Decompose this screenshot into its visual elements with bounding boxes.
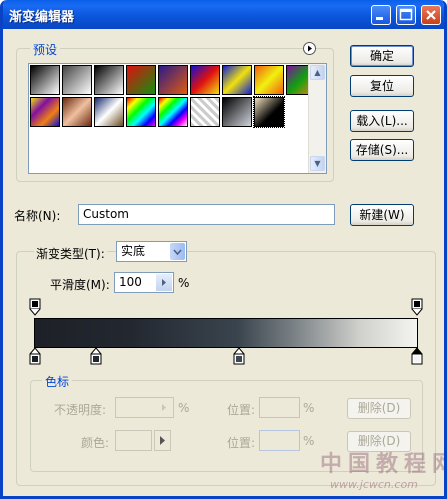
play-icon <box>308 45 312 52</box>
presets-menu-button[interactable] <box>303 42 316 55</box>
preset-swatch-orange-yellow-orange[interactable] <box>254 65 284 95</box>
preset-swatch-violet-orange[interactable] <box>158 65 188 95</box>
smoothness-label: 平滑度(M): <box>50 278 110 292</box>
watermark-logo: 中国教程网 <box>320 452 447 477</box>
smoothness-input[interactable]: 100 <box>114 272 174 293</box>
minimize-icon <box>376 17 383 20</box>
preset-swatch-blue-red-yellow[interactable] <box>190 65 220 95</box>
preset-swatch-chrome[interactable] <box>94 97 124 127</box>
chevron-down-icon <box>170 243 185 260</box>
preset-swatch-foreground-to-background[interactable] <box>30 65 60 95</box>
color-stop-4[interactable] <box>411 347 423 365</box>
preset-swatch-copper[interactable] <box>62 97 92 127</box>
preset-swatch-blue-yellow-blue[interactable] <box>222 65 252 95</box>
watermark-url: www.jcwcn.com <box>330 478 418 491</box>
gradient-editor-window: 渐变编辑器 预设 ▲ ▼ 确定 复位 载入(L)... 存储(S)... 名称(… <box>0 0 447 499</box>
maximize-icon <box>399 8 413 21</box>
load-button[interactable]: 载入(L)... <box>350 110 414 132</box>
preset-swatch-transparent-stripes[interactable] <box>190 97 220 127</box>
preset-swatch-transparent-rainbow[interactable] <box>158 97 188 127</box>
color-stop-2[interactable] <box>90 347 102 365</box>
color-swatch[interactable] <box>115 430 152 451</box>
play-icon <box>160 436 165 445</box>
presets-scrollbar[interactable]: ▲ ▼ <box>308 64 326 173</box>
opacity-delete-button[interactable]: 删除(D) <box>347 398 411 419</box>
preset-swatch-neutral-density[interactable] <box>222 97 252 127</box>
opacity-location-unit: % <box>303 401 315 415</box>
stops-legend: 色标 <box>42 373 73 390</box>
opacity-label: 不透明度: <box>54 403 107 417</box>
color-stop-3[interactable] <box>233 347 245 365</box>
preset-swatch-black-white[interactable] <box>94 65 124 95</box>
maximize-button[interactable] <box>396 5 416 25</box>
preset-swatch-foreground-to-transparent[interactable] <box>62 65 92 95</box>
preset-swatch-red-green[interactable] <box>126 65 156 95</box>
close-icon <box>426 10 436 20</box>
name-input[interactable]: Custom <box>78 204 335 225</box>
title-bar[interactable]: 渐变编辑器 <box>3 0 444 29</box>
smoothness-value: 100 <box>119 275 142 289</box>
presets-panel: ▲ ▼ <box>28 63 327 174</box>
preset-swatch-yellow-violet-orange-blue[interactable] <box>30 97 60 127</box>
opacity-input[interactable] <box>115 397 174 418</box>
color-stop-1[interactable] <box>29 347 41 365</box>
minimize-button[interactable] <box>371 5 391 25</box>
gradient-type-select[interactable]: 实底 <box>116 241 187 262</box>
opacity-unit: % <box>178 401 190 415</box>
color-location-label: 位置: <box>227 436 256 450</box>
scroll-down-button[interactable]: ▼ <box>310 156 325 171</box>
gradient-preview-bar[interactable] <box>34 318 418 348</box>
scroll-up-button[interactable]: ▲ <box>310 65 325 80</box>
close-button[interactable] <box>421 5 441 25</box>
smoothness-slider-button[interactable] <box>156 274 172 291</box>
save-button[interactable]: 存储(S)... <box>350 139 414 161</box>
color-menu-button[interactable] <box>154 430 171 451</box>
preset-swatch-custom-selected[interactable] <box>253 96 285 128</box>
opacity-location-input[interactable] <box>259 397 300 418</box>
presets-legend: 预设 <box>30 41 61 58</box>
opacity-stop-left[interactable] <box>29 298 41 316</box>
gradient-type-label: 渐变类型(T): <box>34 245 107 262</box>
ok-button[interactable]: 确定 <box>350 45 414 67</box>
color-label: 颜色: <box>81 436 110 450</box>
opacity-location-label: 位置: <box>227 403 256 417</box>
gradient-type-value: 实底 <box>121 244 146 258</box>
window-title: 渐变编辑器 <box>9 10 75 25</box>
play-icon <box>156 399 172 416</box>
color-location-input[interactable] <box>259 430 300 451</box>
preset-swatch-spectrum[interactable] <box>126 97 156 127</box>
play-icon <box>162 279 166 286</box>
reset-button[interactable]: 复位 <box>350 75 414 97</box>
smoothness-unit: % <box>178 276 190 290</box>
name-label: 名称(N): <box>14 209 61 223</box>
color-location-unit: % <box>303 434 315 448</box>
opacity-stop-right[interactable] <box>411 298 423 316</box>
new-button[interactable]: 新建(W) <box>350 204 414 226</box>
